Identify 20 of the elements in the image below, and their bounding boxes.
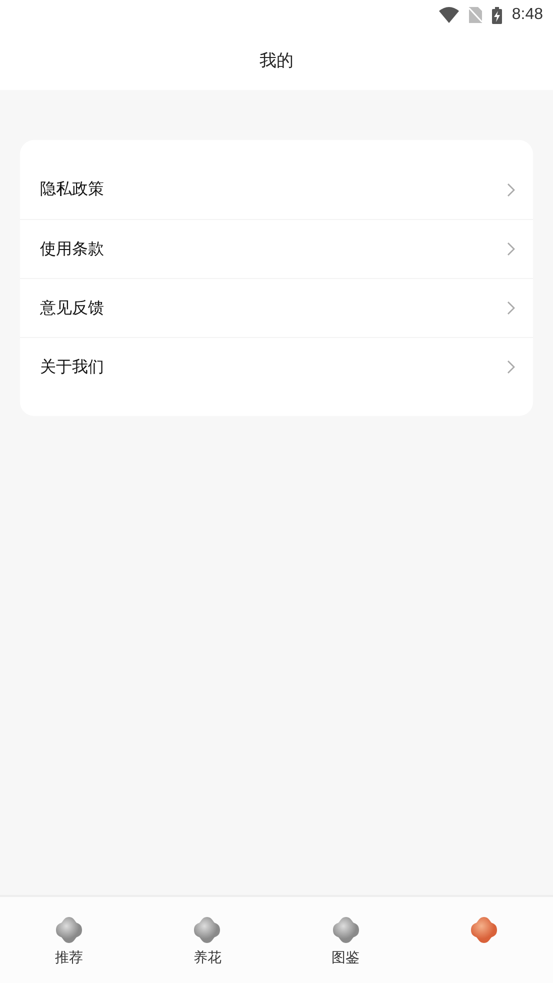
wifi-icon bbox=[438, 7, 459, 23]
nav-tab[interactable]: 推荐 bbox=[0, 897, 138, 983]
no-sim-icon bbox=[468, 7, 482, 23]
nav-tab[interactable]: 图鉴 bbox=[276, 897, 415, 983]
menu-item[interactable]: 意见反馈 bbox=[20, 278, 533, 337]
nav-tab[interactable]: 养花 bbox=[138, 897, 276, 983]
chevron-right-icon bbox=[507, 242, 515, 256]
flower-icon bbox=[330, 915, 361, 945]
page-title: 我的 bbox=[260, 50, 294, 72]
flower-icon bbox=[192, 915, 222, 945]
menu-item[interactable]: 使用条款 bbox=[20, 219, 533, 278]
chevron-right-icon bbox=[507, 360, 515, 374]
battery-charging-icon bbox=[492, 6, 502, 24]
chevron-right-icon bbox=[507, 182, 515, 196]
menu-item[interactable]: 关于我们 bbox=[20, 337, 533, 396]
flower-icon bbox=[54, 915, 84, 945]
flower-icon bbox=[468, 915, 499, 945]
chevron-right-icon bbox=[507, 301, 515, 315]
clock-time: 8:48 bbox=[512, 6, 543, 24]
menu-item[interactable]: 隐私政策 bbox=[20, 160, 533, 219]
